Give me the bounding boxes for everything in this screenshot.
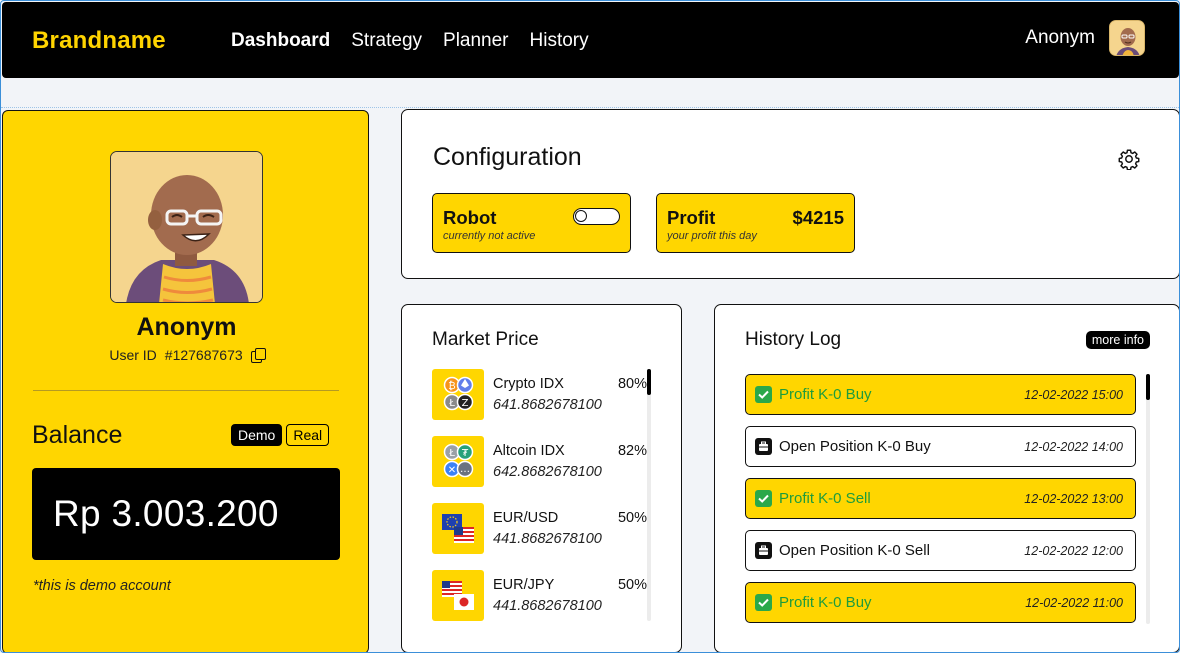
market-percent: 80% [617, 376, 647, 392]
svg-text:Ł: Ł [448, 448, 455, 459]
balance-title: Balance [32, 421, 123, 449]
history-log-title: History Log [745, 329, 842, 350]
history-list: Profit K-0 Buy 12-02-2022 15:00 Open Pos… [745, 374, 1136, 634]
nav-dashboard[interactable]: Dashboard [231, 30, 330, 52]
user-id-row: User ID #127687673 [3, 347, 370, 363]
nav-history[interactable]: History [530, 30, 589, 52]
scrollbar-thumb[interactable] [1146, 374, 1150, 400]
check-icon [755, 594, 772, 611]
scrollbar-thumb[interactable] [647, 369, 651, 395]
history-item[interactable]: Open Position K-0 Buy 12-02-2022 14:00 [745, 426, 1136, 467]
eur-usd-flags-icon [432, 503, 484, 554]
nav-strategy[interactable]: Strategy [351, 30, 422, 52]
market-list: ₿ Ł Z Crypto IDX 80% 641.8682678100 Ł ₮ … [432, 369, 647, 637]
history-item[interactable]: Profit K-0 Sell 12-02-2022 13:00 [745, 478, 1136, 519]
history-time: 12-02-2022 11:00 [1025, 596, 1123, 610]
user-name: Anonym [1025, 27, 1095, 48]
app-frame: Brandname Dashboard Strategy Planner His… [0, 0, 1180, 653]
history-item[interactable]: Open Position K-0 Sell 12-02-2022 12:00 [745, 530, 1136, 571]
robot-toggle-switch[interactable] [573, 208, 620, 225]
profile-divider [33, 390, 339, 391]
history-label: Profit K-0 Sell [779, 490, 871, 507]
svg-text:…: … [460, 464, 470, 475]
balance-amount: Rp 3.003.200 [32, 468, 340, 560]
market-percent: 50% [617, 510, 647, 526]
svg-text:✕: ✕ [448, 465, 456, 476]
profit-value: $4215 [792, 207, 844, 228]
copy-icon[interactable] [250, 348, 266, 363]
user-menu[interactable]: Anonym [1025, 20, 1145, 56]
robot-status-card: Robot currently not active [432, 193, 631, 253]
history-time: 12-02-2022 12:00 [1024, 544, 1123, 558]
account-mode-toggle: Demo Real [231, 424, 330, 446]
profile-avatar [110, 151, 263, 303]
svg-text:₮: ₮ [462, 448, 469, 459]
market-name: Crypto IDX [493, 376, 564, 392]
history-log-card: History Log more info Profit K-0 Buy 12-… [714, 304, 1179, 652]
toggle-knob [575, 210, 587, 222]
real-mode-button[interactable]: Real [286, 424, 330, 446]
altcoin-coins-icon: Ł ₮ ✕ … [432, 436, 484, 487]
market-price: 441.8682678100 [493, 598, 602, 614]
market-percent: 82% [617, 443, 647, 459]
svg-text:₿: ₿ [448, 380, 455, 392]
crypto-coins-icon: ₿ Ł Z [432, 369, 484, 420]
profile-card: Anonym User ID #127687673 Balance Demo R… [2, 110, 370, 652]
history-scrollbar[interactable] [1146, 374, 1150, 624]
demo-mode-button[interactable]: Demo [231, 424, 283, 446]
profile-name: Anonym [136, 313, 237, 341]
check-icon [755, 386, 772, 403]
market-item[interactable]: ₿ Ł Z Crypto IDX 80% 641.8682678100 [432, 369, 647, 436]
market-percent: 50% [617, 577, 647, 593]
market-price: 642.8682678100 [493, 464, 602, 480]
history-item[interactable]: Profit K-0 Buy 12-02-2022 15:00 [745, 374, 1136, 415]
history-label: Profit K-0 Buy [779, 594, 872, 611]
market-name: Altcoin IDX [493, 443, 565, 459]
eur-jpy-flags-icon [432, 570, 484, 621]
configuration-title: Configuration [433, 143, 582, 171]
section-divider [1, 107, 1179, 108]
history-time: 12-02-2022 13:00 [1024, 492, 1123, 506]
nav-planner[interactable]: Planner [443, 30, 509, 52]
user-id-value: #127687673 [164, 347, 243, 363]
market-price: 441.8682678100 [493, 531, 602, 547]
market-price-title: Market Price [432, 329, 539, 350]
profit-title: Profit [667, 207, 716, 228]
robot-status-text: currently not active [443, 230, 536, 242]
market-name: EUR/JPY [493, 577, 555, 593]
market-item[interactable]: EUR/USD 50% 441.8682678100 [432, 503, 647, 570]
gear-icon[interactable] [1118, 148, 1140, 170]
avatar[interactable] [1109, 20, 1145, 56]
history-time: 12-02-2022 15:00 [1024, 388, 1123, 402]
briefcase-icon [755, 438, 772, 455]
briefcase-icon [755, 542, 772, 559]
market-item[interactable]: EUR/JPY 50% 441.8682678100 [432, 570, 647, 637]
configuration-card: Configuration Robot currently not active… [401, 109, 1179, 279]
history-label: Open Position K-0 Sell [779, 542, 930, 559]
demo-account-note: *this is demo account [33, 578, 171, 594]
more-info-button[interactable]: more info [1085, 331, 1150, 349]
main-nav: Dashboard Strategy Planner History [231, 30, 589, 52]
market-price: 641.8682678100 [493, 397, 602, 413]
market-scrollbar[interactable] [647, 369, 651, 621]
brand-logo[interactable]: Brandname [32, 27, 166, 55]
robot-title: Robot [443, 207, 497, 228]
history-label: Open Position K-0 Buy [779, 438, 931, 455]
profit-subtitle: your profit this day [667, 230, 757, 242]
avatar-illustration-icon [111, 152, 262, 302]
svg-text:Ł: Ł [448, 398, 455, 409]
svg-text:Z: Z [462, 398, 469, 409]
market-price-card: Market Price ₿ Ł Z Crypto IDX 80% 641.86… [401, 304, 682, 652]
profit-card: Profit $4215 your profit this day [656, 193, 855, 253]
history-time: 12-02-2022 14:00 [1024, 440, 1123, 454]
avatar-illustration-icon [1110, 21, 1144, 55]
history-label: Profit K-0 Buy [779, 386, 872, 403]
history-item[interactable]: Profit K-0 Buy 12-02-2022 11:00 [745, 582, 1136, 623]
user-id-label: User ID [109, 347, 157, 363]
top-navbar: Brandname Dashboard Strategy Planner His… [2, 2, 1179, 78]
market-item[interactable]: Ł ₮ ✕ … Altcoin IDX 82% 642.8682678100 [432, 436, 647, 503]
market-name: EUR/USD [493, 510, 559, 526]
check-icon [755, 490, 772, 507]
